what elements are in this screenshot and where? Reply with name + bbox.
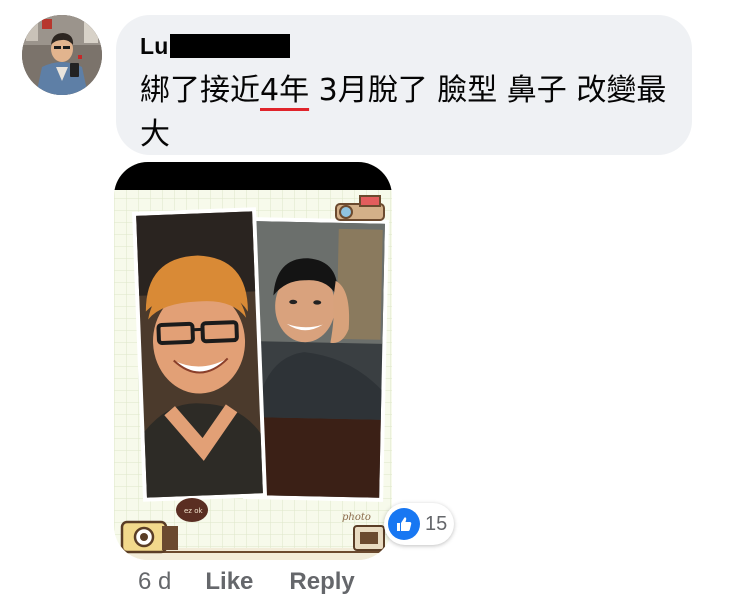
comment-author[interactable]: Lu (140, 31, 666, 61)
comment-text-part-1: 綁了接近 (140, 73, 260, 108)
photo-attachment[interactable]: ez ok photo (114, 162, 392, 560)
svg-text:ez ok: ez ok (184, 507, 203, 515)
spellcheck-underlined-text: 4年 (260, 73, 310, 108)
redaction-bar (169, 34, 290, 58)
camera-sticker (120, 520, 178, 554)
reaction-badge[interactable]: 15 (384, 503, 454, 545)
comparison-photo: ez ok photo (114, 162, 392, 560)
photo-caption: photo (342, 512, 371, 523)
polaroid-sticker (353, 525, 385, 551)
comment-actions: 6 d Like Reply (138, 566, 391, 598)
profile-avatar-image (22, 15, 102, 95)
comment-bubble: Lu 綁了接近4年 3月脫了 臉型 鼻子 改變最大 (116, 15, 692, 155)
hot-air-balloon-sticker: ez ok (176, 498, 208, 522)
avatar[interactable] (22, 15, 102, 95)
comment-text: 綁了接近4年 3月脫了 臉型 鼻子 改變最大 (140, 69, 670, 157)
thumbs-up-icon (397, 517, 412, 531)
reaction-count: 15 (425, 512, 448, 535)
like-button[interactable]: Like (205, 568, 253, 596)
comment-timestamp[interactable]: 6 d (138, 568, 171, 596)
like-reaction (388, 508, 420, 540)
author-name[interactable]: Lu (140, 33, 169, 60)
reply-button[interactable]: Reply (289, 568, 354, 596)
